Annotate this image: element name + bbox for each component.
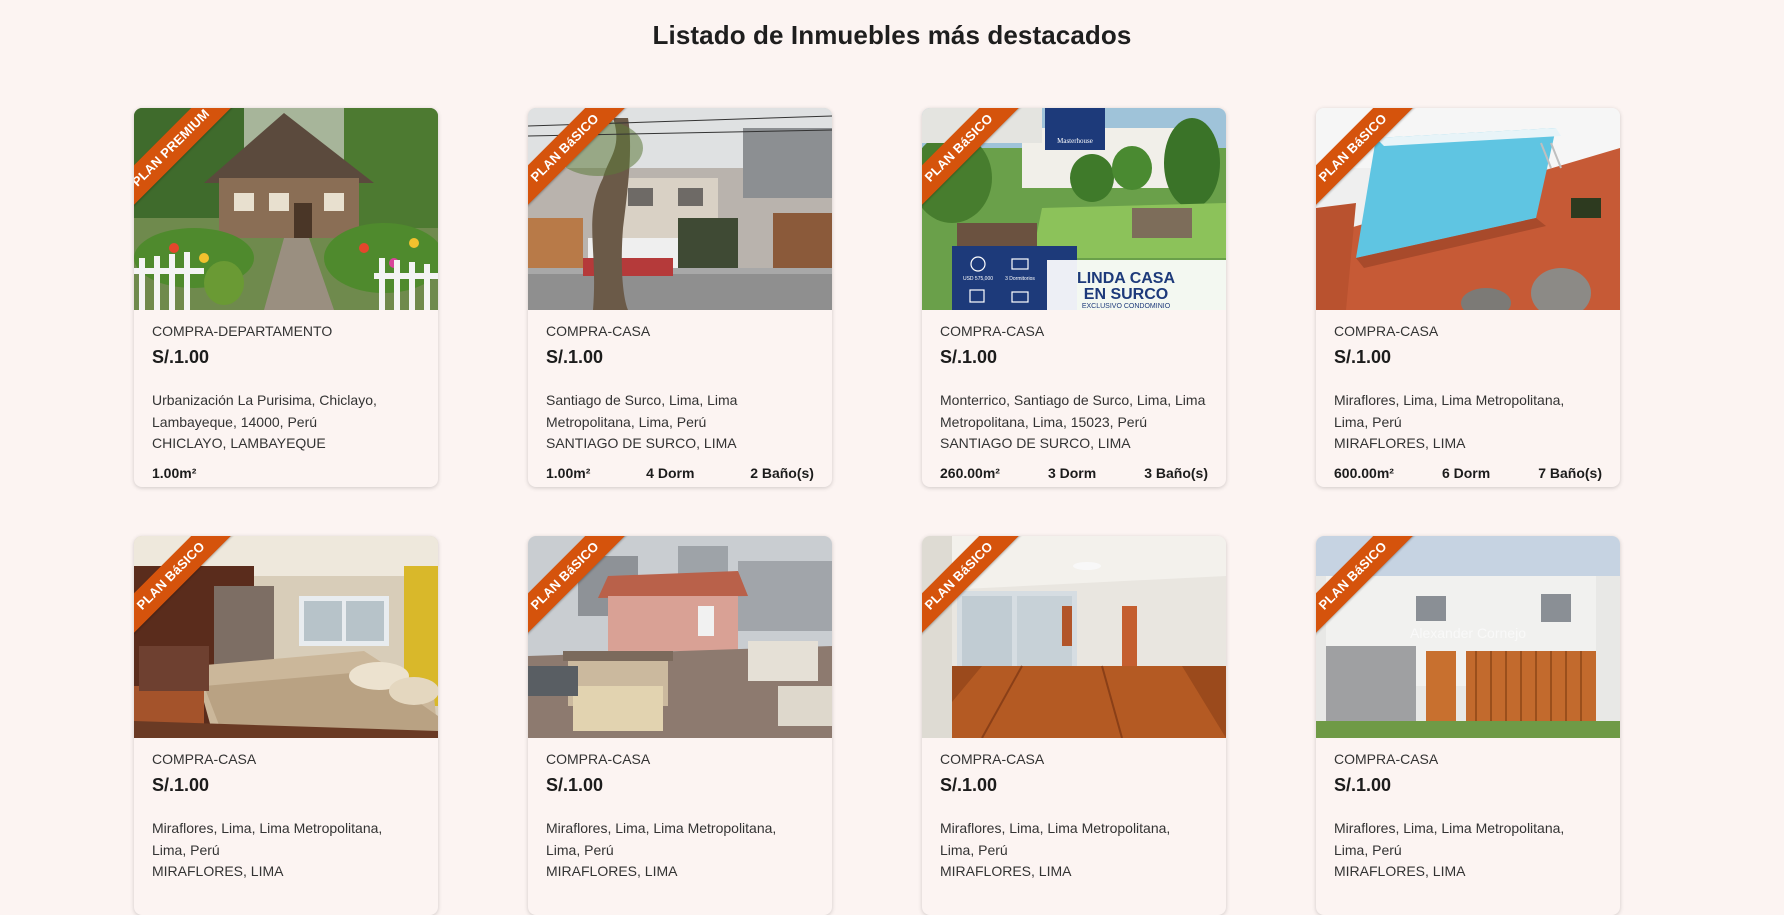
price: S/.1.00: [940, 775, 998, 795]
white-house-photo[interactable]: Alexander Cornejo PLAN BáSICO: [1316, 536, 1620, 738]
cottage-garden-photo[interactable]: PLAN PREMIUM: [134, 108, 438, 310]
flyer-rooms-tag: 3 Dormitorios: [1005, 276, 1035, 282]
location: MIRAFLORES, LIMA: [1334, 435, 1466, 451]
flyer-price-tag: USD 575,000: [963, 276, 993, 282]
listing-card[interactable]: PLAN BáSICO COMPRA-CASA S/.1.00 Santiago…: [528, 108, 832, 487]
address: Miraflores, Lima, Lima Metropolitana, Li…: [152, 820, 383, 858]
location: CHICLAYO, LAMBAYEQUE: [152, 435, 326, 451]
listing-card[interactable]: PLAN BáSICO COMPRA-CASA S/.1.00 Miraflor…: [528, 536, 832, 915]
photo-watermark: Alexander Cornejo: [1410, 625, 1526, 641]
location: MIRAFLORES, LIMA: [152, 863, 284, 879]
address: Miraflores, Lima, Lima Metropolitana, Li…: [1334, 820, 1565, 858]
area: 260.00m²: [940, 465, 1000, 481]
bedrooms: 3 Dorm: [1047, 465, 1097, 481]
price: S/.1.00: [152, 347, 210, 367]
operation-type: COMPRA-CASA: [940, 323, 1045, 339]
operation-type: COMPRA-CASA: [1334, 751, 1439, 767]
operation-type: COMPRA-DEPARTAMENTO: [152, 323, 333, 339]
area: 1.00m²: [546, 465, 591, 481]
listing-card[interactable]: PLAN PREMIUM COMPRA-DEPARTAMENTO S/.1.00…: [134, 108, 438, 487]
price: S/.1.00: [1334, 775, 1392, 795]
listing-card[interactable]: PLAN BáSICO COMPRA-CASA S/.1.00 Miraflor…: [922, 536, 1226, 915]
living-room-photo[interactable]: PLAN BáSICO: [922, 536, 1226, 738]
operation-type: COMPRA-CASA: [546, 751, 651, 767]
address: Urbanización La Purisima, Chiclayo, Lamb…: [152, 392, 377, 430]
location: MIRAFLORES, LIMA: [546, 863, 678, 879]
listing-card[interactable]: PLAN BáSICO COMPRA-CASA S/.1.00 Miraflor…: [1316, 108, 1620, 487]
address: Santiago de Surco, Lima, Lima Metropolit…: [546, 392, 738, 430]
location: MIRAFLORES, LIMA: [1334, 863, 1466, 879]
listing-card[interactable]: PLAN BáSICO COMPRA-CASA S/.1.00 Miraflor…: [134, 536, 438, 915]
price: S/.1.00: [1334, 347, 1392, 367]
location: SANTIAGO DE SURCO, LIMA: [546, 435, 737, 451]
listing-card[interactable]: Alexander Cornejo PLAN BáSICO COMPRA-CAS…: [1316, 536, 1620, 915]
flyer-headline-1: LINDA CASA: [1077, 270, 1176, 287]
operation-type: COMPRA-CASA: [1334, 323, 1439, 339]
operation-type: COMPRA-CASA: [152, 751, 257, 767]
location: SANTIAGO DE SURCO, LIMA: [940, 435, 1131, 451]
area: 600.00m²: [1334, 465, 1394, 481]
features-row: 260.00m² 3 Dorm 3 Baño(s): [940, 465, 1208, 481]
rooftop-photo[interactable]: PLAN BáSICO: [528, 536, 832, 738]
features-row: 600.00m² 6 Dorm 7 Baño(s): [1334, 465, 1602, 481]
area: 1.00m²: [152, 465, 197, 481]
pool-terrace-photo[interactable]: PLAN BáSICO: [1316, 108, 1620, 310]
street-facade-photo[interactable]: PLAN BáSICO: [528, 108, 832, 310]
address: Monterrico, Santiago de Surco, Lima, Lim…: [940, 392, 1206, 430]
address: Miraflores, Lima, Lima Metropolitana, Li…: [546, 820, 777, 858]
garden-flyer-photo[interactable]: Masterhouse LINDA CASA EN SURCO EXCLUSIV…: [922, 108, 1226, 310]
flyer-subline: EXCLUSIVO CONDOMINIO: [1082, 303, 1171, 310]
bathrooms: 2 Baño(s): [750, 465, 814, 481]
operation-type: COMPRA-CASA: [940, 751, 1045, 767]
bedroom-photo[interactable]: PLAN BáSICO: [134, 536, 438, 738]
features-row: 1.00m² 4 Dorm 2 Baño(s): [546, 465, 814, 481]
operation-type: COMPRA-CASA: [546, 323, 651, 339]
flyer-headline-2: EN SURCO: [1084, 286, 1168, 303]
listing-card[interactable]: Masterhouse LINDA CASA EN SURCO EXCLUSIV…: [922, 108, 1226, 487]
features-row: 1.00m²: [152, 465, 420, 481]
listings-grid: PLAN PREMIUM COMPRA-DEPARTAMENTO S/.1.00…: [134, 108, 1620, 915]
bathrooms: 3 Baño(s): [1144, 465, 1208, 481]
page-title: Listado de Inmuebles más destacados: [652, 20, 1132, 50]
bedrooms: 4 Dorm: [646, 465, 695, 481]
address: Miraflores, Lima, Lima Metropolitana, Li…: [1334, 392, 1565, 430]
price: S/.1.00: [940, 347, 998, 367]
flyer-brand: Masterhouse: [1057, 137, 1093, 145]
price: S/.1.00: [152, 775, 210, 795]
bathrooms: 7 Baño(s): [1538, 465, 1602, 481]
location: MIRAFLORES, LIMA: [940, 863, 1072, 879]
address: Miraflores, Lima, Lima Metropolitana, Li…: [940, 820, 1171, 858]
price: S/.1.00: [546, 347, 604, 367]
price: S/.1.00: [546, 775, 604, 795]
bedrooms: 6 Dorm: [1441, 465, 1491, 481]
